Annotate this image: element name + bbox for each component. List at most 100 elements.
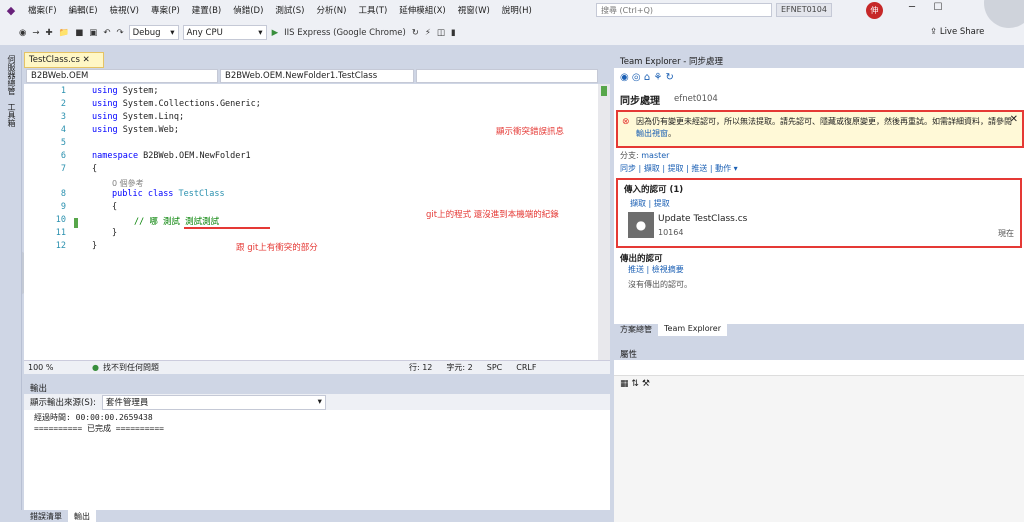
incoming-pull-link[interactable]: 提取	[654, 199, 670, 208]
te-tabs: 方案總管 Team Explorer	[614, 324, 1024, 336]
open-icon[interactable]: 📁	[56, 28, 73, 38]
code-line: {	[92, 164, 98, 174]
editor-status-bar: 100 % ● 找不到任何問題 行: 12 字元: 2 SPC CRLF	[24, 360, 610, 374]
output-source-select[interactable]: 套件管理員 ▾	[101, 394, 326, 410]
redo-icon[interactable]: ↷	[113, 28, 126, 38]
play-icon[interactable]: ▶	[269, 28, 282, 38]
push-link[interactable]: 推送	[691, 164, 707, 173]
menu-analyze[interactable]: 分析(N)	[310, 4, 352, 16]
code-line: // 哪 測試 測試測試	[134, 217, 220, 227]
server-explorer-tab[interactable]: 伺服器總管	[4, 52, 19, 98]
incoming-title[interactable]: 傳入的認可 (1)	[618, 180, 1020, 198]
menu-window[interactable]: 視窗(W)	[452, 4, 496, 16]
output-line: ========== 已完成 ==========	[34, 424, 164, 433]
code-line: using System.Web;	[92, 125, 180, 135]
reference-count[interactable]: 0 個參考	[112, 178, 144, 189]
tab-team-explorer[interactable]: Team Explorer	[658, 324, 727, 336]
new-project-icon[interactable]: ✚	[43, 28, 56, 38]
minimize-icon[interactable]: ─	[900, 2, 924, 18]
code-line: }	[112, 228, 118, 238]
outgoing-push-link[interactable]: 推送	[628, 265, 644, 274]
properties-panel: ▦ ⇅ ⚒	[614, 360, 1024, 522]
branch-link[interactable]: master	[641, 151, 669, 160]
close-icon[interactable]: ✕	[83, 55, 90, 65]
zoom-select[interactable]: 100 %	[24, 363, 68, 372]
maximize-icon[interactable]: ☐	[926, 2, 950, 18]
sync-actions: 同步 | 擷取 | 提取 | 推送 | 動作 ▾	[620, 164, 738, 173]
chevron-down-icon: ▾	[317, 397, 322, 407]
menu-file[interactable]: 檔案(F)	[22, 4, 63, 16]
member-nav-select[interactable]	[416, 69, 598, 83]
tab-error-list[interactable]: 錯誤清單	[24, 510, 68, 522]
project-nav-select[interactable]: B2BWeb.OEM	[26, 69, 218, 83]
menu-help[interactable]: 說明(H)	[496, 4, 538, 16]
live-share-button[interactable]: ⇪ Live Share	[930, 27, 984, 37]
tab-testclass[interactable]: TestClass.cs ✕	[24, 52, 104, 68]
section-title[interactable]: 同步處理	[620, 92, 660, 107]
line-number: 8	[60, 189, 66, 199]
actions-menu[interactable]: 動作 ▾	[715, 164, 738, 173]
issues-status[interactable]: 找不到任何問題	[99, 362, 159, 373]
line-number: 3	[60, 112, 66, 122]
platform-select[interactable]: Any CPU ▾	[182, 25, 267, 40]
code-line: using System;	[92, 86, 159, 96]
menu-extensions[interactable]: 延伸模組(X)	[393, 4, 451, 16]
class-nav-select[interactable]: B2BWeb.OEM.NewFolder1.TestClass	[220, 69, 414, 83]
forward-icon[interactable]: ◎	[632, 72, 641, 83]
refresh-icon[interactable]: ↻	[409, 28, 422, 38]
properties-object-select[interactable]	[614, 360, 1024, 376]
incoming-fetch-link[interactable]: 擷取	[630, 199, 646, 208]
outgoing-title[interactable]: 傳出的認可	[620, 252, 663, 264]
forward-icon[interactable]: →	[29, 28, 42, 38]
line-number: 5	[60, 138, 66, 148]
output-panel: 顯示輸出來源(S): 套件管理員 ▾ 經過時間: 00:00:00.2659438…	[24, 394, 610, 510]
scroll-marker	[601, 86, 607, 96]
search-input[interactable]: 搜尋 (Ctrl+Q)	[596, 3, 772, 17]
pull-link[interactable]: 提取	[668, 164, 684, 173]
back-icon[interactable]: ◉	[620, 72, 629, 83]
plug-icon[interactable]: ⚘	[653, 72, 662, 83]
line-number: 7	[60, 164, 66, 174]
editor-scrollbar[interactable]	[598, 84, 610, 360]
categorized-icon[interactable]: ▦	[620, 379, 629, 389]
fetch-link[interactable]: 擷取	[644, 164, 660, 173]
te-toolbar: ◉ ◎ ⌂ ⚘ ↻	[620, 72, 674, 83]
tab-output[interactable]: 輸出	[68, 510, 96, 522]
config-select[interactable]: Debug ▾	[128, 25, 179, 40]
bookmark-icon[interactable]: ▮	[448, 28, 459, 38]
back-icon[interactable]: ◉	[16, 28, 29, 38]
toolbox-tab[interactable]: 工具箱	[4, 100, 19, 130]
avatar[interactable]: 伸	[866, 2, 883, 19]
save-all-icon[interactable]: ▣	[86, 28, 100, 38]
run-button[interactable]: IIS Express (Google Chrome)	[281, 28, 409, 38]
refresh-icon[interactable]: ↻	[666, 72, 674, 83]
team-explorer-title: Team Explorer - 同步處理	[614, 52, 1024, 68]
menu-edit[interactable]: 編輯(E)	[63, 4, 104, 16]
output-header: 輸出	[24, 380, 610, 394]
browser-link-icon[interactable]: ⚡	[422, 28, 434, 38]
camera-icon[interactable]: ◫	[434, 28, 448, 38]
line-number: 12	[55, 241, 66, 251]
property-pages-icon[interactable]: ⚒	[642, 379, 650, 389]
home-icon[interactable]: ⌂	[644, 72, 650, 83]
annotation-error: 顯示衝突錯誤訊息	[496, 127, 565, 137]
menu-build[interactable]: 建置(B)	[186, 4, 227, 16]
undo-icon[interactable]: ↶	[100, 28, 113, 38]
tab-solution-explorer[interactable]: 方案總管	[614, 324, 658, 336]
menu-tools[interactable]: 工具(T)	[352, 4, 393, 16]
alphabetical-icon[interactable]: ⇅	[631, 379, 639, 389]
author-avatar-icon: ●	[628, 212, 654, 238]
menu-project[interactable]: 專案(P)	[145, 4, 186, 16]
commit-title[interactable]: Update TestClass.cs	[658, 214, 747, 224]
line-number: 10	[55, 215, 66, 225]
save-icon[interactable]: ■	[72, 28, 86, 38]
solution-name: EFNET0104	[776, 3, 832, 17]
close-icon[interactable]: ✕	[1010, 114, 1018, 126]
sync-link[interactable]: 同步	[620, 164, 636, 173]
menu-debug[interactable]: 偵錯(D)	[227, 4, 269, 16]
menu-test[interactable]: 測試(S)	[269, 4, 310, 16]
menu-view[interactable]: 檢視(V)	[104, 4, 145, 16]
view-summary-link[interactable]: 檢視摘要	[652, 265, 684, 274]
output-window-link[interactable]: 輸出視窗	[636, 129, 668, 138]
column-status: 字元: 2	[446, 363, 473, 372]
